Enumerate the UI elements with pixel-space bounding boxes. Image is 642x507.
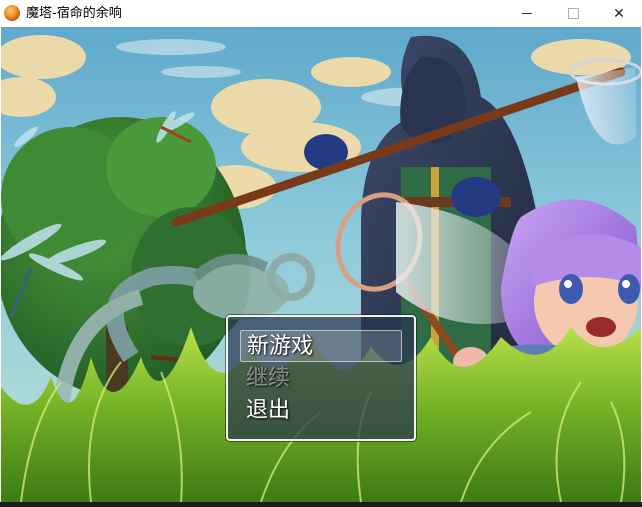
new-game-option[interactable]: 新游戏 xyxy=(240,330,402,362)
minimize-icon xyxy=(522,13,532,14)
exit-option[interactable]: 退出 xyxy=(240,395,402,427)
window-title: 魔塔-宿命的余响 xyxy=(26,6,122,21)
maximize-icon xyxy=(567,8,579,19)
title-bar[interactable]: 魔塔-宿命的余响 ✕ xyxy=(0,0,642,27)
maximize-button[interactable] xyxy=(550,0,596,27)
window-bottom-border xyxy=(0,502,642,507)
close-icon: ✕ xyxy=(613,5,625,22)
close-button[interactable]: ✕ xyxy=(596,0,642,27)
minimize-button[interactable] xyxy=(504,0,550,27)
title-menu: 新游戏 继续 退出 xyxy=(226,315,416,441)
game-window: 魔塔-宿命的余响 ✕ 新游戏 继续 退出 xyxy=(0,0,642,507)
orb-app-icon xyxy=(4,5,20,21)
continue-option[interactable]: 继续 xyxy=(240,363,402,395)
